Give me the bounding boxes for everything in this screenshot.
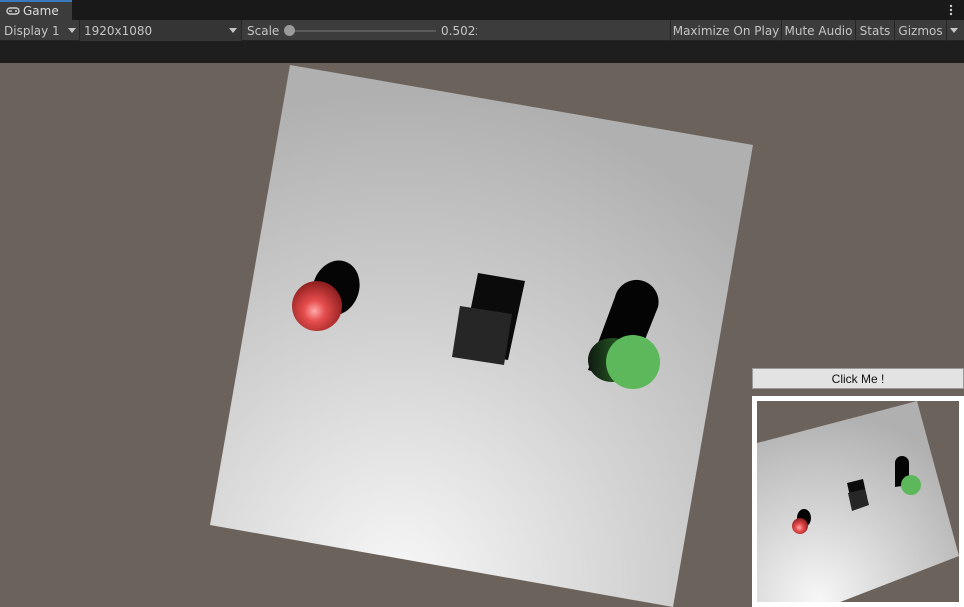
maximize-on-play-toggle[interactable]: Maximize On Play: [671, 20, 781, 41]
tab-game-label: Game: [23, 4, 59, 18]
scale-slider-handle[interactable]: [284, 25, 295, 36]
scale-value-text: 0.502x: [441, 23, 477, 38]
gizmos-dropdown-chevron-icon[interactable]: [950, 28, 958, 33]
minimap-green-cylinder: [901, 475, 921, 495]
chevron-down-icon: [68, 28, 76, 33]
resolution-dropdown-label: 1920x1080: [84, 23, 153, 38]
mute-audio-toggle[interactable]: Mute Audio: [782, 20, 855, 41]
scale-value: 0.502x: [441, 20, 477, 41]
stats-toggle[interactable]: Stats: [856, 20, 894, 41]
resolution-dropdown[interactable]: 1920x1080: [80, 20, 241, 41]
dark-cube: [452, 306, 512, 365]
scale-label: Scale: [247, 20, 279, 41]
minimap-red-sphere: [792, 518, 808, 534]
display-dropdown-label: Display 1: [4, 23, 60, 38]
scale-slider-track[interactable]: [290, 30, 436, 32]
scale-label-text: Scale: [247, 23, 280, 38]
stats-label: Stats: [859, 23, 891, 38]
minimap-frame: [752, 396, 964, 607]
kebab-menu-icon[interactable]: [946, 3, 956, 17]
minimap-render: [757, 401, 959, 602]
gamepad-icon: [6, 7, 20, 15]
viewport-header-strip: [0, 41, 964, 63]
red-sphere: [292, 281, 342, 331]
tab-bar: Game: [0, 0, 964, 20]
click-me-button[interactable]: Click Me !: [752, 368, 964, 389]
gizmos-label: Gizmos: [898, 23, 943, 38]
maximize-on-play-label: Maximize On Play: [672, 23, 780, 38]
click-me-button-label: Click Me !: [831, 371, 885, 386]
game-toolbar: Display 1 1920x1080 Scale 0.502x Maximiz…: [0, 20, 964, 41]
chevron-down-icon: [229, 28, 237, 33]
green-cylinder: [606, 335, 660, 389]
mute-audio-label: Mute Audio: [784, 23, 853, 38]
gizmos-toggle[interactable]: Gizmos: [895, 20, 946, 41]
tab-game[interactable]: Game: [0, 0, 72, 20]
minimap-view: [757, 401, 959, 602]
